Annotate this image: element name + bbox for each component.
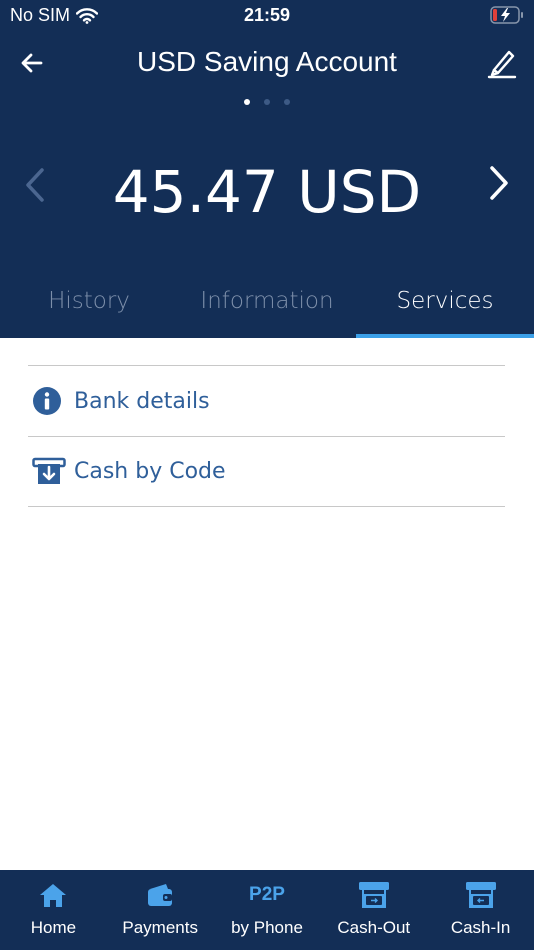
page-dot <box>264 99 270 105</box>
nav-cash-out[interactable]: Cash-Out <box>320 870 427 950</box>
service-bank-details[interactable]: Bank details <box>28 365 505 436</box>
back-button[interactable] <box>14 46 50 80</box>
cash-by-code-icon <box>32 452 72 492</box>
home-icon <box>39 880 67 910</box>
chevron-right-icon <box>490 166 508 200</box>
tab-history[interactable]: History <box>0 280 178 338</box>
info-icon <box>32 381 72 421</box>
atm-icon <box>465 880 497 910</box>
nav-label: Payments <box>122 918 198 937</box>
next-account-button[interactable] <box>484 161 514 205</box>
pencil-icon <box>487 50 517 79</box>
service-cash-by-code[interactable]: Cash by Code <box>28 436 505 507</box>
page-dot <box>284 99 290 105</box>
nav-label: Cash-Out <box>337 918 411 937</box>
nav-label: Home <box>30 918 77 937</box>
carrier-info: No SIM <box>10 5 99 26</box>
previous-account-button[interactable] <box>20 163 50 207</box>
nav-payments[interactable]: Payments <box>107 870 214 950</box>
atm-icon <box>358 880 390 910</box>
page-indicator <box>0 99 534 105</box>
service-label: Cash by Code <box>74 459 226 484</box>
service-label: Bank details <box>74 388 210 414</box>
bottom-navigation: Home Payments P2P by Phone Cash-Out Cash… <box>0 870 534 950</box>
nav-cash-in[interactable]: Cash-In <box>427 870 534 950</box>
account-tabs: History Information Services <box>0 280 534 338</box>
p2p-icon-text: P2P <box>249 884 285 905</box>
account-header: No SIM 21:59 USD Saving Account 45.47 US… <box>0 0 534 338</box>
wifi-icon <box>76 7 99 24</box>
wallet-icon <box>146 880 174 910</box>
nav-by-phone[interactable]: P2P by Phone <box>214 870 321 950</box>
chevron-left-icon <box>26 168 44 202</box>
carrier-label: No SIM <box>10 5 71 25</box>
p2p-icon: P2P <box>249 880 285 910</box>
back-arrow-icon <box>21 53 43 73</box>
tab-services[interactable]: Services <box>356 280 534 338</box>
account-title: USD Saving Account <box>137 46 397 77</box>
status-bar: No SIM 21:59 <box>0 0 534 32</box>
services-list: Bank details Cash by Code <box>28 365 505 507</box>
edit-button[interactable] <box>482 44 520 82</box>
battery-icon <box>490 6 523 24</box>
page-dot <box>244 99 250 105</box>
account-balance: 45.47 USD <box>112 158 422 226</box>
nav-label: by Phone <box>231 918 303 937</box>
nav-label: Cash-In <box>450 918 511 937</box>
tab-information[interactable]: Information <box>178 280 356 338</box>
nav-home[interactable]: Home <box>0 870 107 950</box>
